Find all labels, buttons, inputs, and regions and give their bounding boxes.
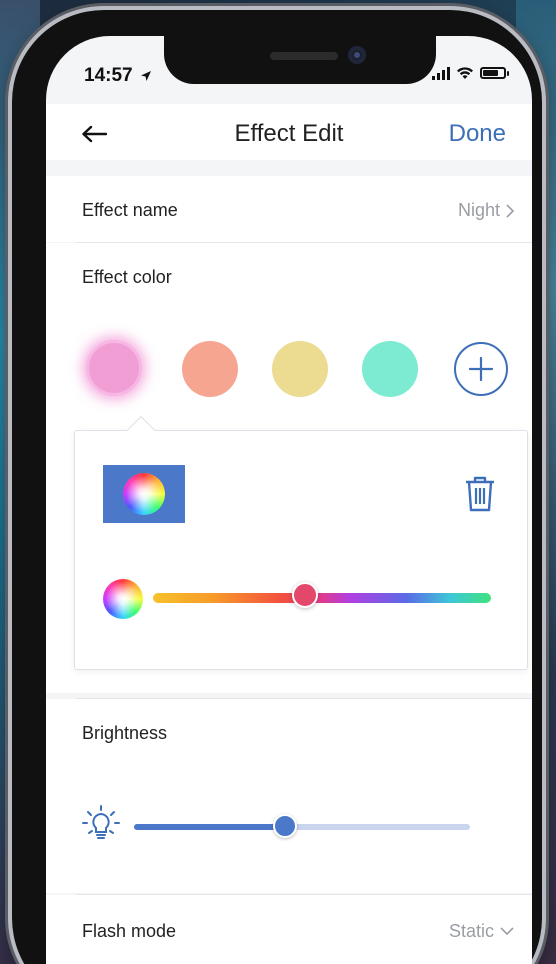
add-color-button[interactable] (454, 342, 508, 396)
notch (164, 36, 436, 84)
status-icons (432, 66, 509, 80)
color-wheel-icon (123, 473, 165, 515)
effect-name-row[interactable]: Effect name Night (46, 176, 532, 242)
chevron-right-icon (506, 203, 514, 218)
effect-color-label: Effect color (82, 267, 172, 287)
color-swatch-mint[interactable] (362, 341, 418, 397)
hue-slider-track[interactable] (153, 593, 491, 603)
done-button[interactable]: Done (449, 120, 506, 148)
effect-name-value-container: Night (458, 200, 514, 221)
front-camera (348, 46, 366, 64)
flash-mode-row[interactable]: Flash mode Static (46, 895, 532, 964)
speaker (270, 52, 338, 60)
cellular-signal-icon (432, 66, 450, 80)
wifi-icon (457, 67, 473, 79)
app-screen: 14:57 Effect Edit Done Effect name Night… (46, 36, 532, 964)
effect-name-label: Effect name (82, 200, 178, 220)
chevron-down-icon (500, 927, 514, 936)
flash-mode-value: Static (448, 921, 494, 941)
trash-icon[interactable] (463, 475, 497, 513)
color-editor-panel (74, 415, 528, 670)
status-time: 14:57 (84, 65, 152, 87)
battery-icon (480, 67, 509, 79)
brightness-slider-thumb[interactable] (273, 814, 298, 838)
flash-mode-value-container: Static (449, 921, 514, 942)
color-wheel-icon[interactable] (103, 579, 143, 619)
phone-frame: 14:57 Effect Edit Done Effect name Night… (12, 10, 542, 964)
hue-slider-thumb[interactable] (292, 582, 319, 608)
location-arrow-icon (140, 70, 151, 81)
plus-icon (468, 356, 494, 382)
effect-name-value: Night (457, 200, 500, 220)
color-swatch-yellow[interactable] (272, 341, 328, 397)
brightness-slider-track[interactable] (134, 824, 470, 830)
flash-mode-label: Flash mode (82, 921, 177, 941)
brightness-section: Brightness (46, 699, 532, 893)
navigation-bar: Effect Edit Done (46, 104, 532, 160)
brightness-slider-fill (134, 824, 286, 830)
color-preview[interactable] (103, 465, 185, 523)
color-swatch-pink[interactable] (86, 340, 142, 396)
color-swatch-peach[interactable] (182, 341, 238, 397)
brightness-label: Brightness (82, 723, 168, 743)
lightbulb-icon (82, 805, 120, 839)
